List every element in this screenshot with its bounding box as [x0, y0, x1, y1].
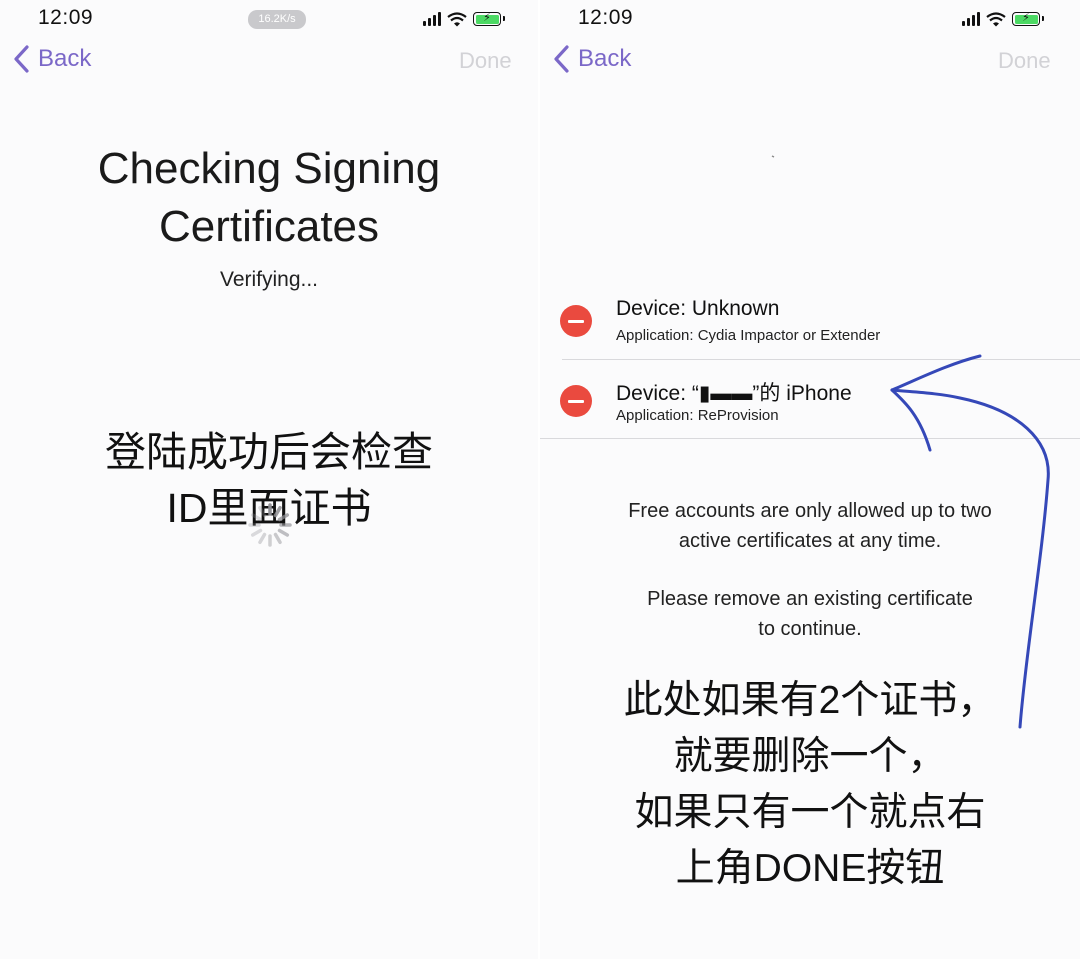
annotation-line: 就要删除一个， [673, 735, 947, 778]
annotation-text: 此处如果有2个证书， 就要删除一个， 如果只有一个就点右 上角DONE按钮 [600, 673, 1020, 897]
status-text: Verifying... [219, 268, 319, 291]
delete-icon[interactable] [560, 305, 592, 337]
annotation-line: 此处如果有2个证书， [623, 679, 997, 722]
annotation-line: 如果只有一个就点右 [634, 791, 986, 834]
info-text-limit: Free accounts are only allowed up to two… [540, 497, 1080, 556]
spinner-icon [248, 503, 292, 547]
status-icons: ⚡ [962, 8, 1044, 30]
battery-icon: ⚡ [1012, 12, 1044, 26]
back-label: Back [578, 45, 632, 72]
left-screen: 12:09 16.2K/s ⚡ Back Done Checking Signi… [0, 0, 538, 959]
wifi-icon [986, 11, 1006, 26]
status-time: 12:09 [38, 6, 94, 29]
stray-mark [771, 155, 775, 158]
info-line: to continue. [758, 617, 862, 640]
application-label: Application: Cydia Impactor or Extender [616, 327, 881, 344]
chevron-left-icon [554, 45, 569, 73]
back-button[interactable]: Back [552, 44, 631, 74]
signal-icon [962, 12, 980, 26]
back-button[interactable]: Back [12, 44, 91, 74]
device-label: Device: Unknown [616, 297, 780, 320]
right-screen: 12:09 ⚡ Back Done Device: Unknown Applic… [540, 0, 1080, 959]
wifi-icon [447, 11, 467, 26]
info-line: active certificates at any time. [678, 529, 942, 552]
list-bottom-divider [540, 438, 1080, 439]
annotation-line: 上角DONE按钮 [675, 847, 945, 890]
info-line: Free accounts are only allowed up to two [628, 500, 992, 522]
certificate-row[interactable]: Device: Unknown Application: Cydia Impac… [540, 281, 1080, 359]
status-icons: ⚡ [423, 8, 505, 30]
back-label: Back [38, 45, 92, 72]
done-button[interactable]: Done [998, 48, 1051, 74]
battery-icon: ⚡ [473, 12, 505, 26]
certificate-row[interactable]: Device: “▮▬▬”的 iPhone Application: RePro… [540, 361, 1080, 439]
signal-icon [423, 12, 441, 26]
info-text-remove: Please remove an existing certificate to… [540, 585, 1080, 644]
application-label: Application: ReProvision [616, 407, 779, 424]
delete-icon[interactable] [560, 385, 592, 417]
row-divider [562, 359, 1080, 360]
status-time: 12:09 [578, 6, 634, 29]
annotation-line: 登陆成功后会检查 [105, 429, 433, 475]
done-button[interactable]: Done [459, 48, 512, 74]
info-line: Please remove an existing certificate [647, 588, 973, 610]
page-title: Checking Signing Certificates [97, 144, 441, 251]
device-label: Device: “▮▬▬”的 iPhone [616, 382, 852, 405]
chevron-left-icon [14, 45, 29, 73]
network-speed-pill: 16.2K/s [248, 10, 306, 29]
